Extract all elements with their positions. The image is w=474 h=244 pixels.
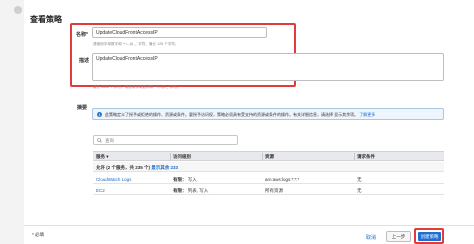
- table-row: CloudWatch Logs 有限： 写入 arn:aws:logs:*:*:…: [93, 174, 444, 184]
- table-header: 服务 ▾ 访问级别 资源 请求条件: [93, 151, 444, 161]
- learn-more-link[interactable]: 了解更多: [359, 112, 375, 117]
- column-divider: [354, 153, 355, 160]
- service-search-input[interactable]: 查询: [93, 135, 238, 145]
- summary-label: 摘要: [77, 105, 88, 111]
- policy-description-input[interactable]: UpdateCloudFrontAccessIP: [92, 53, 444, 81]
- column-request-condition[interactable]: 请求条件: [357, 154, 375, 160]
- info-message: 此策略定义了授予或拒绝的操作、资源或条件。要授予访问权，策略必须具有受支持的资源…: [105, 112, 359, 117]
- access-prefix: 有限：: [173, 177, 187, 182]
- condition-cell: 无: [357, 188, 362, 193]
- create-policy-button[interactable]: 创建策略: [418, 232, 441, 241]
- column-divider: [262, 153, 263, 160]
- resource-cell: 所有资源: [265, 188, 283, 193]
- description-label: 描述: [79, 58, 90, 64]
- allow-summary: 允许 (2 个服务，共 235 个) 显示其余 233: [96, 165, 178, 171]
- info-icon: i: [97, 112, 102, 117]
- left-sidebar-strip: [0, 0, 24, 244]
- access-value: 列表, 写入: [187, 188, 209, 193]
- column-divider: [170, 153, 171, 160]
- sidebar-dot-icon: [14, 6, 22, 14]
- resource-cell: arn:aws:logs:*:*:*: [265, 177, 300, 182]
- info-text: 此策略定义了授予或拒绝的操作、资源或条件。要授予访问权，策略必须具有受支持的资源…: [105, 112, 375, 118]
- required-note: * 必填: [32, 232, 45, 237]
- allow-group-row: 允许 (2 个服务，共 235 个) 显示其余 233: [93, 162, 444, 172]
- footer-bar: * 必填 取消 上一步 创建策略: [24, 225, 474, 244]
- service-link[interactable]: CloudWatch Logs: [96, 177, 131, 182]
- previous-button[interactable]: 上一步: [386, 231, 411, 242]
- condition-cell: 无: [357, 177, 362, 182]
- search-placeholder: 查询: [105, 138, 114, 143]
- table-row: EC2 有限： 列表, 写入 所有资源 无: [93, 185, 444, 195]
- name-label: 名称*: [76, 32, 88, 38]
- column-service[interactable]: 服务 ▾: [96, 154, 109, 160]
- access-level-cell: 有限： 写入: [173, 177, 197, 183]
- allow-text: 允许 (2 个服务，共 235 个): [96, 165, 151, 170]
- page-title: 查看策略: [30, 15, 62, 24]
- info-banner: i 此策略定义了授予或拒绝的操作、资源或条件。要授予访问权，策略必须具有受支持的…: [92, 108, 444, 120]
- policy-name-input[interactable]: UpdateCloudFrontAccessIP: [92, 27, 267, 38]
- search-icon: [97, 138, 102, 143]
- description-help-text: 最长 1000 个字符。请使用字母数字和 '+=,.@-_' 字符。: [93, 85, 181, 89]
- column-access-level[interactable]: 访问级别: [173, 154, 191, 160]
- create-button-highlight: 创建策略: [414, 228, 444, 244]
- name-help-text: 请使用字母数字和 '+=,.@-_' 字符。最长 128 个字符。: [93, 42, 179, 46]
- access-value: 写入: [187, 177, 197, 182]
- show-remaining-link[interactable]: 显示其余 233: [151, 165, 178, 170]
- service-link[interactable]: EC2: [96, 188, 105, 193]
- cancel-button[interactable]: 取消: [366, 234, 376, 241]
- access-level-cell: 有限： 列表, 写入: [173, 188, 208, 194]
- column-resource[interactable]: 资源: [265, 154, 274, 160]
- access-prefix: 有限：: [173, 188, 187, 193]
